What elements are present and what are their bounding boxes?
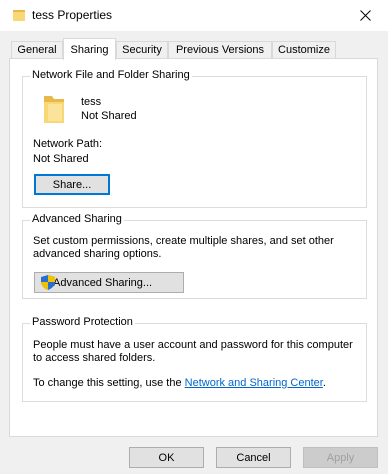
share-button[interactable]: Share...	[34, 174, 110, 195]
network-sharing-group: Network File and Folder Sharing tess Not…	[22, 69, 367, 208]
large-folder-icon	[41, 94, 67, 129]
group-legend: Advanced Sharing	[30, 213, 124, 225]
window-title: tess Properties	[32, 8, 113, 22]
close-icon	[359, 10, 371, 21]
tab-panel-sharing: Network File and Folder Sharing tess Not…	[9, 58, 378, 437]
network-sharing-center-link[interactable]: Network and Sharing Center	[185, 377, 323, 389]
change-setting-prefix: To change this setting, use the	[33, 377, 185, 389]
advanced-sharing-button-label: Advanced Sharing...	[53, 276, 153, 289]
tab-strip: General Sharing Security Previous Versio…	[9, 38, 379, 60]
folder-name: tess	[81, 96, 102, 108]
change-setting-text: To change this setting, use the Network …	[33, 377, 326, 389]
network-path-value: Not Shared	[33, 153, 89, 165]
cancel-button[interactable]: Cancel	[216, 447, 291, 468]
tab-general[interactable]: General	[11, 41, 63, 58]
sharing-status: Not Shared	[81, 110, 137, 122]
network-path-label: Network Path:	[33, 138, 103, 150]
apply-button[interactable]: Apply	[303, 447, 378, 468]
tab-sharing[interactable]: Sharing	[63, 38, 116, 60]
advanced-sharing-group: Advanced Sharing Set custom permissions,…	[22, 213, 367, 299]
folder-icon	[13, 9, 25, 22]
close-button[interactable]	[342, 0, 388, 31]
uac-shield-icon	[41, 275, 55, 293]
title-bar: tess Properties	[0, 0, 388, 31]
ok-button[interactable]: OK	[129, 447, 204, 468]
password-protection-description: People must have a user account and pass…	[33, 339, 353, 364]
password-protection-group: Password Protection People must have a u…	[22, 316, 367, 402]
advanced-sharing-button[interactable]: Advanced Sharing...	[34, 272, 184, 293]
tab-security[interactable]: Security	[116, 41, 168, 58]
group-legend: Network File and Folder Sharing	[30, 69, 192, 81]
advanced-sharing-description: Set custom permissions, create multiple …	[33, 235, 334, 260]
change-setting-suffix: .	[322, 377, 326, 389]
tab-customize[interactable]: Customize	[272, 41, 336, 58]
group-legend: Password Protection	[30, 316, 135, 328]
tab-previous-versions[interactable]: Previous Versions	[168, 41, 272, 58]
